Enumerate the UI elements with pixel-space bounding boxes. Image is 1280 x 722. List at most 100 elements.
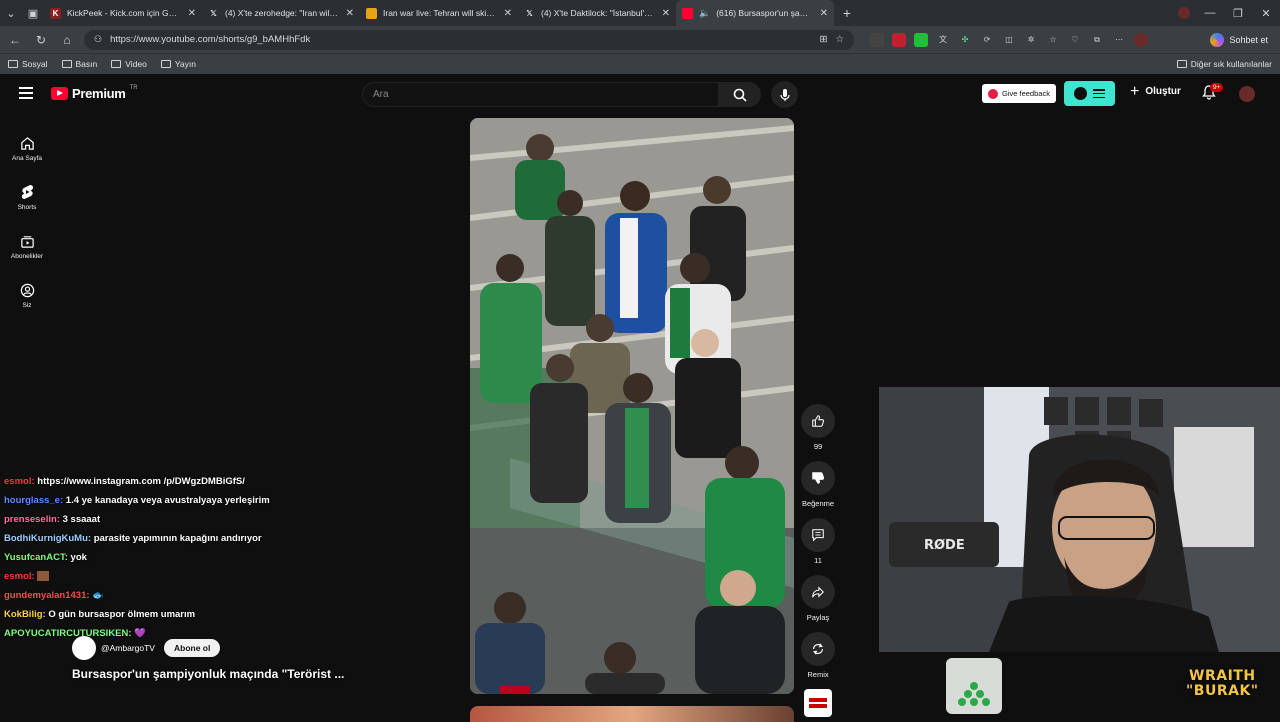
feedback-label: Give feedback [1002,89,1050,98]
sidebar-item-you[interactable]: Siz [0,271,54,320]
bookmarks-bar: Sosyal Basın Video Yayın Diğer sık kulla… [0,53,1280,74]
browser-tab[interactable]: 𝕏 (4) X'te zerohedge: "Iran willing to ✕ [202,0,360,26]
bookmark-folder[interactable]: Yayın [160,59,196,69]
sidebar-item-home[interactable]: Ana Sayfa [0,124,54,173]
logo-country: TR [129,84,138,91]
close-tab-icon[interactable]: ✕ [346,8,354,19]
youtube-logo[interactable]: Premium TR [51,84,138,101]
x-icon: 𝕏 [210,8,217,18]
speaker-icon[interactable]: 🔈 [699,8,710,19]
comment-icon [812,529,824,542]
sidebar-item-shorts[interactable]: Shorts [0,173,54,222]
notification-badge: 9+ [1210,83,1224,92]
microphone-icon [779,88,790,101]
bookmark-label: Yayın [174,59,196,69]
site-info-icon[interactable]: ⚇ [94,34,102,45]
bookmark-folder[interactable]: Basın [61,59,97,69]
brand-line-1: WRAITH [1189,668,1256,684]
home-browser-icon[interactable]: ⌂ [58,31,76,49]
remix-icon [813,643,823,655]
bookmark-folder[interactable]: Sosyal [8,59,48,69]
voice-search-button[interactable] [771,81,798,108]
channel-avatar[interactable] [804,689,832,717]
comments-button[interactable] [801,518,835,552]
tab-title: Iran war live: Tehran will skip talks [383,8,498,18]
minimize-icon[interactable]: — [1202,7,1218,19]
bookmark-label: Diğer sık kullanılanlar [1190,59,1272,69]
split-screen-icon[interactable]: ◫ [1002,33,1016,47]
sidebar-item-subscriptions[interactable]: Abonelikler [0,222,54,271]
like-button[interactable] [801,404,835,438]
folder-icon [160,60,171,68]
browser-tab-active[interactable]: 🔈 (616) Bursaspor'un şampiyonl ✕ [676,0,834,26]
close-tab-icon[interactable]: ✕ [504,8,512,19]
reload-icon[interactable]: ↻ [32,31,50,49]
bookmark-folder[interactable]: Video [111,59,147,69]
dislike-button[interactable] [801,461,835,495]
thumbs-up-icon [812,415,825,427]
search-input[interactable]: Ara [362,82,719,107]
remix-button[interactable] [801,632,835,666]
close-window-icon[interactable]: ✕ [1258,7,1274,20]
logo-text: Premium [72,86,126,101]
favorite-star-icon[interactable]: ☆ [835,34,844,45]
close-tab-icon[interactable]: ✕ [188,8,196,19]
chat-username: gundemyalan1431 [4,590,87,601]
extension-icon[interactable]: ✣ [958,33,972,47]
comment-count: 11 [814,556,822,565]
extension-icon[interactable] [914,32,928,47]
extension-icon[interactable] [892,32,906,47]
subscribe-button[interactable]: Abone ol [163,639,221,657]
close-tab-icon[interactable]: ✕ [662,8,670,19]
chat-message: esmol: [4,570,364,584]
dislike-label: Beğenme [801,499,835,508]
folder-icon [61,60,72,68]
search-button[interactable] [719,82,761,107]
copilot-icon [1210,32,1225,47]
video-title[interactable]: Bursaspor'un şampiyonluk maçında "Teröri… [72,667,344,681]
sidebar-item-label: Abonelikler [10,252,44,260]
copilot-chat-button[interactable]: Sohbet et [1204,32,1274,47]
webcam-feed: RØDE [879,387,1280,652]
shorts-video-player[interactable] [470,118,794,694]
translate-icon[interactable]: 文 [936,33,950,47]
give-feedback-button[interactable]: Give feedback [982,84,1056,103]
workspaces-icon[interactable]: ▣ [22,2,44,24]
extensions-puzzle-icon[interactable]: ✲ [1024,33,1038,47]
account-avatar[interactable] [1239,86,1255,102]
close-tab-icon[interactable]: ✕ [820,8,828,19]
more-menu-icon[interactable]: ⋯ [1112,33,1126,47]
tab-title: KickPeek - Kick.com için Gerçek Za [67,8,182,18]
menu-lines-icon [1093,89,1105,98]
share-button[interactable] [801,575,835,609]
home-icon [20,136,34,150]
back-icon[interactable]: ← [6,31,24,49]
create-button[interactable]: + Oluştur [1130,83,1181,99]
tab-list-chevron-icon[interactable]: ⌄ [0,2,22,24]
menu-hamburger-icon[interactable] [19,87,33,99]
install-app-icon[interactable]: ⊞ [820,34,828,45]
browser-essentials-icon[interactable]: ♡ [1068,33,1082,47]
browser-tab[interactable]: K KickPeek - Kick.com için Gerçek Za ✕ [44,0,202,26]
tab-title: (4) X'te zerohedge: "Iran willing to [225,8,340,18]
tab-title: (616) Bursaspor'un şampiyonl [716,8,814,18]
search-icon [733,88,747,102]
extension-icon[interactable]: ⟳ [980,33,994,47]
browser-tab[interactable]: 𝕏 (4) X'te Daktilock: "İstanbul'da 63.0 … [518,0,676,26]
profile-avatar[interactable] [1134,32,1148,47]
video-frame [470,118,794,694]
chat-message: gundemyalan1431: 🐟 [4,590,105,601]
channel-avatar-small[interactable] [72,636,96,660]
extension-menu-button[interactable] [1064,81,1115,106]
restore-icon[interactable]: ❐ [1230,7,1246,20]
profile-avatar[interactable] [1178,7,1190,19]
search-placeholder: Ara [373,89,389,100]
collections-icon[interactable]: ⧉ [1090,33,1104,47]
channel-name[interactable]: @AmbargoTV [101,643,155,653]
browser-tab[interactable]: Iran war live: Tehran will skip talks ✕ [360,0,518,26]
new-tab-button[interactable]: + [834,5,860,21]
other-bookmarks[interactable]: Diğer sık kullanılanlar [1176,59,1272,69]
extension-icon[interactable] [870,32,884,47]
address-bar[interactable]: ⚇ https://www.youtube.com/shorts/g9_bAMH… [84,29,854,50]
favorites-icon[interactable]: ☆ [1046,33,1060,47]
